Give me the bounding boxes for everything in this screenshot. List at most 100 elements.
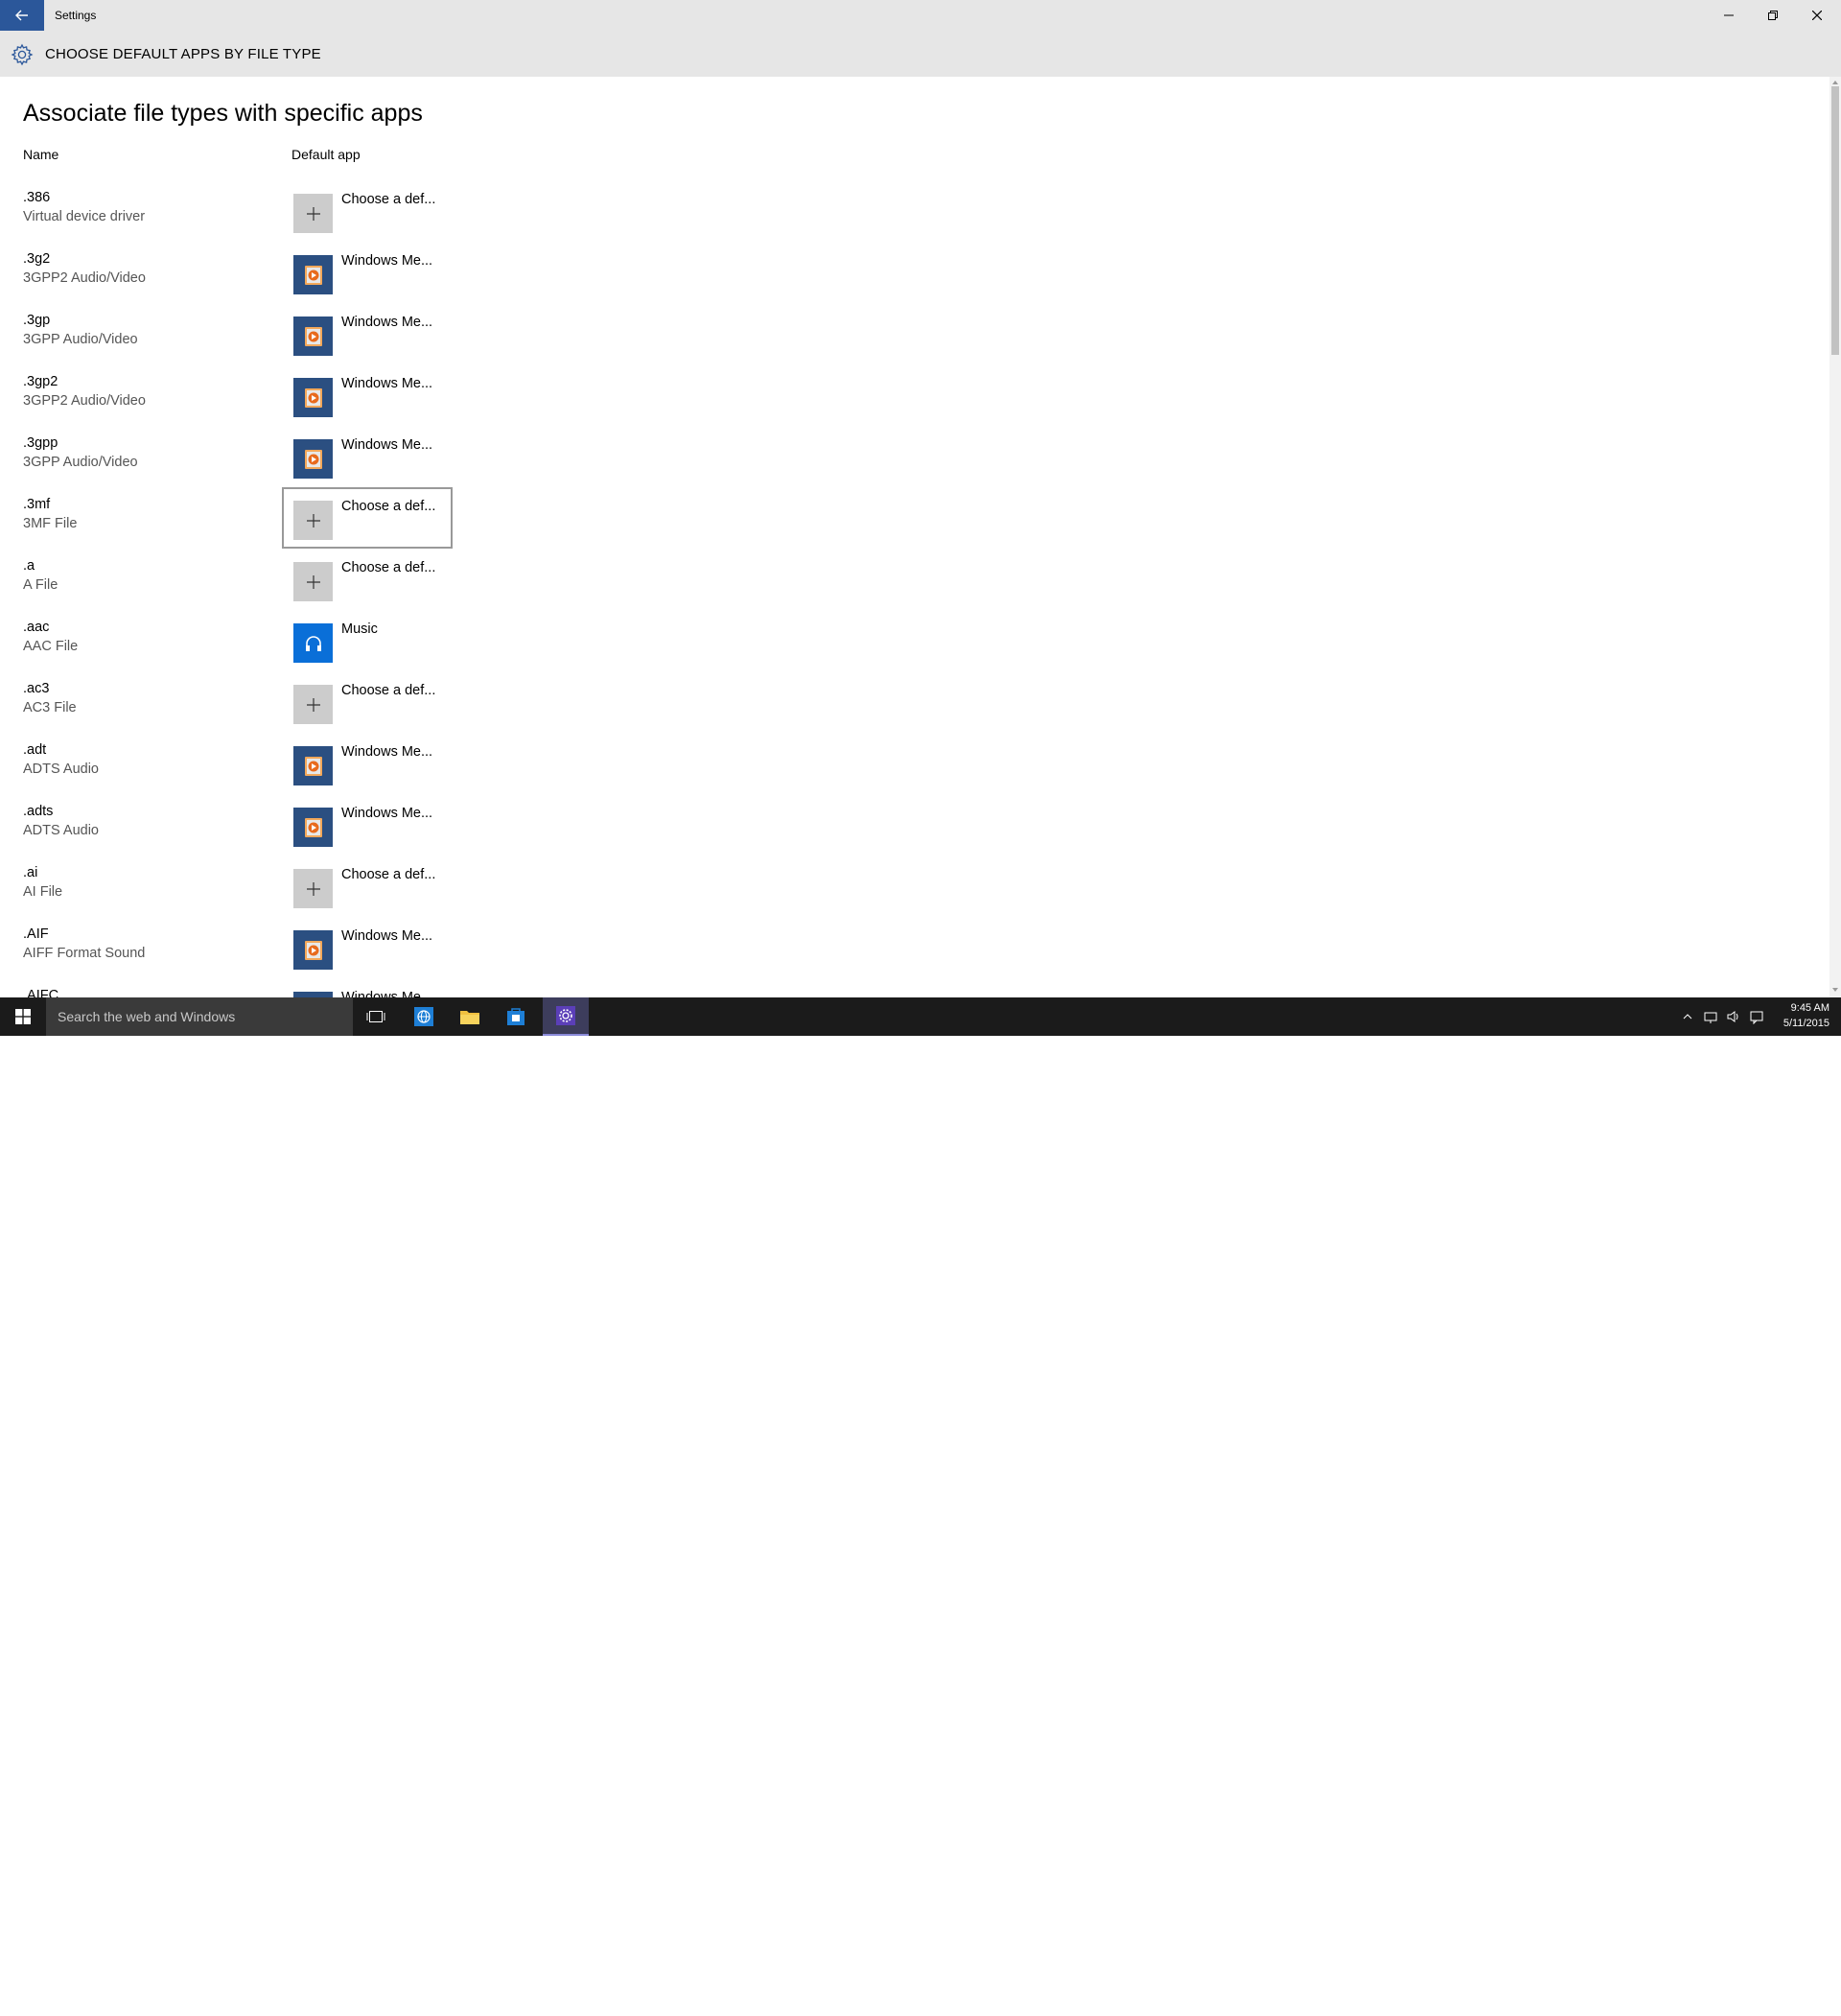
default-app-label: Choose a def... xyxy=(341,499,436,514)
plus-icon xyxy=(293,869,333,908)
default-app-button[interactable]: Windows Me... xyxy=(282,303,453,364)
clock-time: 9:45 AM xyxy=(1790,1002,1829,1014)
default-app-button[interactable]: Choose a def... xyxy=(282,180,453,242)
default-app-button[interactable]: Windows Me... xyxy=(282,794,453,856)
file-extension: .386 xyxy=(23,190,51,205)
close-icon xyxy=(1812,11,1822,20)
task-view-button[interactable] xyxy=(353,997,399,1036)
windows-media-player-icon xyxy=(293,439,333,479)
default-app-label: Windows Me... xyxy=(341,376,433,391)
default-app-button[interactable]: Windows Me... xyxy=(282,364,453,426)
plus-icon xyxy=(293,501,333,540)
file-type-description: AI File xyxy=(23,884,63,900)
file-extension: .3mf xyxy=(23,497,51,512)
default-app-label: Windows Me... xyxy=(341,315,433,330)
default-app-label: Music xyxy=(341,621,378,637)
scroll-up-icon[interactable] xyxy=(1831,79,1839,86)
windows-media-player-icon xyxy=(293,316,333,356)
default-app-button[interactable]: Windows Me... xyxy=(282,733,453,794)
default-app-label: Choose a def... xyxy=(341,560,436,575)
music-headphones-icon xyxy=(293,623,333,663)
volume-icon[interactable] xyxy=(1726,1009,1741,1024)
file-type-description: 3GPP Audio/Video xyxy=(23,332,138,347)
column-header-default-app: Default app xyxy=(291,147,361,162)
default-app-button[interactable]: Choose a def... xyxy=(282,487,453,549)
default-app-label: Windows Me... xyxy=(341,437,433,453)
file-extension: .3g2 xyxy=(23,251,51,267)
default-app-label: Windows Me... xyxy=(341,744,433,760)
section-heading: Associate file types with specific apps xyxy=(23,100,423,127)
minimize-icon xyxy=(1724,14,1734,16)
clock[interactable]: 9:45 AM 5/11/2015 xyxy=(1780,1000,1829,1031)
minimize-button[interactable] xyxy=(1707,0,1751,31)
back-arrow-icon xyxy=(15,10,28,21)
default-app-label: Choose a def... xyxy=(341,683,436,698)
file-type-row: .AIFC Windows Me... xyxy=(0,988,863,997)
windows-logo-icon xyxy=(15,1009,31,1024)
file-type-description: AIFF Format Sound xyxy=(23,946,146,961)
windows-media-player-icon xyxy=(293,255,333,294)
file-extension: .AIF xyxy=(23,926,49,942)
file-type-description: 3GPP2 Audio/Video xyxy=(23,270,146,286)
close-button[interactable] xyxy=(1795,0,1839,31)
file-extension: .3gp xyxy=(23,313,51,328)
default-app-button[interactable]: Windows Me... xyxy=(282,242,453,303)
file-type-description: A File xyxy=(23,577,58,593)
watermark-text: The Collection Book xyxy=(1659,1995,1823,2015)
clock-date: 5/11/2015 xyxy=(1783,1018,1829,1029)
page-header: CHOOSE DEFAULT APPS BY FILE TYPE xyxy=(0,31,1841,77)
action-center-icon[interactable] xyxy=(1749,1009,1764,1024)
file-explorer-button[interactable] xyxy=(447,997,493,1036)
plus-icon xyxy=(293,194,333,233)
browser-button[interactable] xyxy=(401,997,447,1036)
default-app-label: Windows Me... xyxy=(341,990,433,997)
settings-gear-icon xyxy=(556,1006,575,1025)
file-type-description: 3MF File xyxy=(23,516,78,531)
file-type-description: 3GPP2 Audio/Video xyxy=(23,393,146,409)
scroll-down-icon[interactable] xyxy=(1831,986,1839,994)
file-type-description: Virtual device driver xyxy=(23,209,146,224)
file-extension: .AIFC xyxy=(23,988,59,997)
default-app-label: Choose a def... xyxy=(341,192,436,207)
store-button[interactable] xyxy=(493,997,539,1036)
chevron-up-icon[interactable] xyxy=(1680,1009,1695,1024)
folder-icon xyxy=(460,1011,479,1024)
window-title: Settings xyxy=(55,9,97,22)
default-app-label: Windows Me... xyxy=(341,928,433,944)
windows-media-player-icon xyxy=(293,746,333,785)
windows-media-player-icon xyxy=(293,378,333,417)
restore-icon xyxy=(1768,11,1778,20)
file-extension: .adts xyxy=(23,804,54,819)
scrollbar-thumb[interactable] xyxy=(1831,86,1839,355)
default-app-button[interactable]: Windows Me... xyxy=(282,426,453,487)
taskbar: Search the web and Windows The Collectio… xyxy=(0,997,1841,2015)
file-extension: .3gpp xyxy=(23,435,58,451)
file-extension: .3gp2 xyxy=(23,374,58,389)
default-app-button[interactable]: Windows Me... xyxy=(282,978,453,997)
file-extension: .ac3 xyxy=(23,681,50,696)
default-app-label: Windows Me... xyxy=(341,253,433,269)
globe-icon xyxy=(414,1007,433,1026)
search-input[interactable]: Search the web and Windows xyxy=(46,997,353,1036)
task-view-icon xyxy=(366,1011,385,1022)
default-app-button[interactable]: Choose a def... xyxy=(282,549,453,610)
file-type-description: AAC File xyxy=(23,639,79,654)
start-button[interactable] xyxy=(0,997,46,1036)
file-type-description: ADTS Audio xyxy=(23,762,99,777)
default-app-label: Windows Me... xyxy=(341,806,433,821)
column-header-name: Name xyxy=(23,147,59,162)
page-title: CHOOSE DEFAULT APPS BY FILE TYPE xyxy=(45,46,321,62)
default-app-button[interactable]: Choose a def... xyxy=(282,856,453,917)
plus-icon xyxy=(293,685,333,724)
restore-button[interactable] xyxy=(1751,0,1795,31)
file-type-description: 3GPP Audio/Video xyxy=(23,455,138,470)
default-app-button[interactable]: Windows Me... xyxy=(282,917,453,978)
settings-taskbar-button[interactable] xyxy=(543,997,589,1036)
default-app-button[interactable]: Music xyxy=(282,610,453,671)
back-button[interactable] xyxy=(0,0,44,31)
plus-icon xyxy=(293,562,333,601)
content-area: Associate file types with specific apps … xyxy=(0,77,1829,997)
network-icon[interactable] xyxy=(1703,1009,1718,1024)
default-app-button[interactable]: Choose a def... xyxy=(282,671,453,733)
title-bar: Settings xyxy=(0,0,1841,31)
